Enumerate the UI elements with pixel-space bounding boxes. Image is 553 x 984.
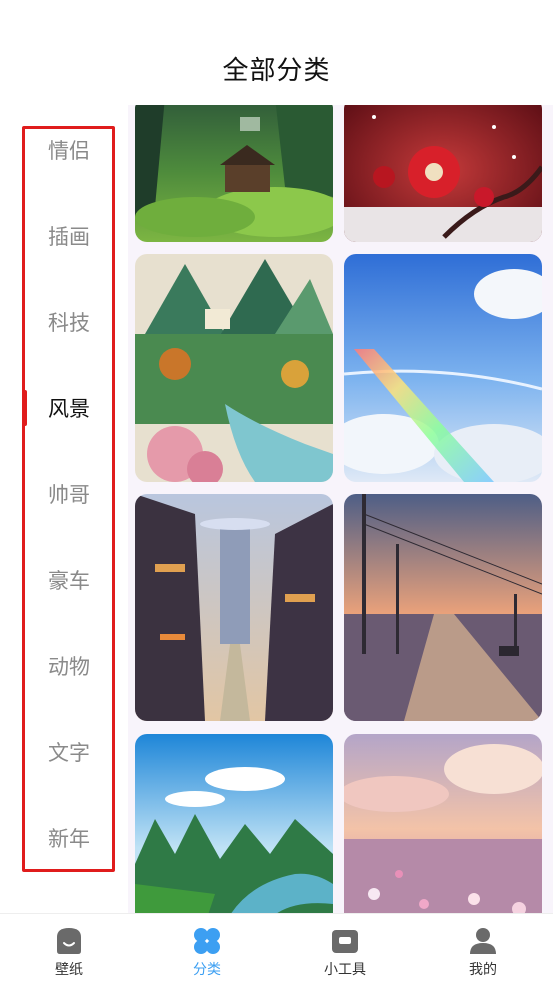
- wallpaper-tile-oriental-landscape[interactable]: [135, 254, 333, 482]
- sidebar-item-technology[interactable]: 科技: [26, 292, 112, 352]
- wallpaper-tile-green-forest-village[interactable]: [135, 105, 333, 242]
- header: 全部分类: [0, 0, 553, 105]
- tab-label-wallpaper: 壁纸: [55, 962, 83, 978]
- tab-label-tools: 小工具: [324, 962, 366, 978]
- sidebar-item-luxury-car[interactable]: 豪车: [26, 550, 112, 610]
- category-sidebar: 情侣 插画 科技 风景 帅哥 豪车 动物 文字 新年: [0, 105, 128, 913]
- bottom-tab-bar: 壁纸 分类 小工具 我的: [0, 913, 553, 984]
- wallpaper-tile-red-plum-blossom[interactable]: [344, 105, 542, 242]
- tab-label-profile: 我的: [469, 962, 497, 978]
- tab-wallpaper[interactable]: 壁纸: [0, 914, 138, 984]
- sidebar-item-illustration[interactable]: 插画: [26, 206, 112, 266]
- toolbox-icon: [332, 930, 358, 953]
- sidebar-item-couple[interactable]: 情侣: [26, 120, 112, 180]
- wallpaper-icon: [57, 928, 81, 954]
- wallpaper-tile-sunset-road[interactable]: [344, 494, 542, 721]
- sidebar-item-handsome[interactable]: 帅哥: [26, 464, 112, 524]
- sidebar-item-scenery[interactable]: 风景: [26, 378, 112, 438]
- wallpaper-tile-flower-field[interactable]: [344, 734, 542, 913]
- wallpaper-tile-fantasy-town[interactable]: [135, 494, 333, 721]
- wallpaper-grid: [128, 105, 553, 913]
- sidebar-item-text[interactable]: 文字: [26, 722, 112, 782]
- sidebar-item-new-year[interactable]: 新年: [26, 808, 112, 868]
- tab-profile[interactable]: 我的: [414, 914, 552, 984]
- tab-tools[interactable]: 小工具: [276, 914, 414, 984]
- tab-label-category: 分类: [193, 962, 221, 978]
- tab-category[interactable]: 分类: [138, 914, 276, 984]
- wallpaper-tile-karst-river[interactable]: [135, 734, 333, 913]
- profile-icon: [470, 928, 496, 954]
- page-title: 全部分类: [222, 56, 331, 86]
- wallpaper-tile-rainbow-clouds[interactable]: [344, 254, 542, 482]
- sidebar-item-animal[interactable]: 动物: [26, 636, 112, 696]
- category-icon: [194, 928, 220, 954]
